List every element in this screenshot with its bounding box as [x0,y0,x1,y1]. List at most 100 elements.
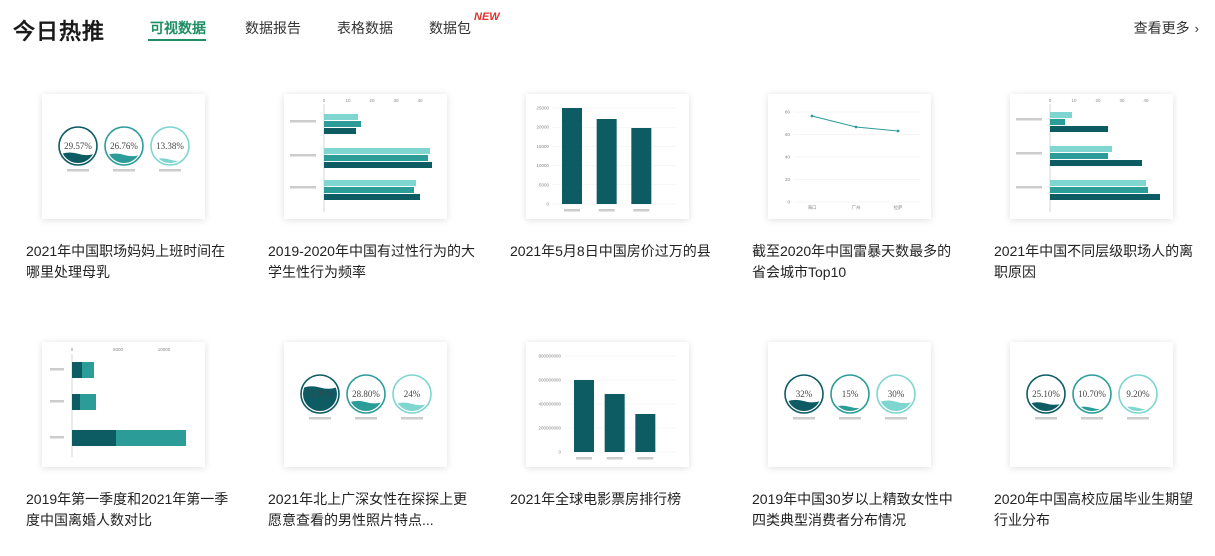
bar [324,121,361,127]
bar [574,380,594,452]
bar [1050,119,1065,125]
chart-thumbnail[interactable]: 29.57% 26.76% 13.38% [42,94,205,219]
chart-thumbnail[interactable]: 0 10 20 30 40 [284,94,447,219]
bar [1050,126,1108,132]
chart-thumbnail[interactable]: 800000000 600000000 400000000 200000000 0 [526,342,689,467]
bar [72,430,116,446]
gauge-value: 10.70% [1078,389,1106,399]
card-title[interactable]: 2019-2020年中国有过性行为的大学生性行为频率 [268,241,478,283]
card-title[interactable]: 截至2020年中国雷暴天数最多的省会城市Top10 [752,241,962,283]
bar [1050,112,1072,118]
bar [80,394,96,410]
category-label-placeholder [606,457,623,460]
gauge-value: 24% [404,389,421,399]
gauge-label-placeholder [113,169,135,172]
card-title[interactable]: 2021年中国不同层级职场人的离职原因 [994,241,1204,283]
chart-thumbnail[interactable]: 25.10% 10.70% 9.20% [1010,342,1173,467]
stacked-bar-chart: 0 5000 10000 [50,347,186,457]
gauge-value: 15% [842,389,859,399]
bar [631,128,652,204]
gauge-bubble: 28.80% [346,374,386,420]
bar-group [290,148,432,168]
bar [635,414,656,452]
tick-label: 5000 [539,182,550,187]
gauge-value: 28.80% [352,389,380,399]
tick-label: 0 [787,200,790,205]
bar-group [1016,112,1108,132]
gauge-bubble: 15% [830,374,870,420]
tick-label: 拉萨 [894,204,903,211]
tick-label: 800000000 [538,354,561,359]
card-title[interactable]: 2019年中国30岁以上精致女性中四类典型消费者分布情况 [752,489,962,531]
gauge-value: 9.20% [1126,389,1150,399]
bar-group [50,362,94,378]
tick-label: 0 [546,202,549,207]
tick-label: 10000 [536,163,549,168]
bubble-gauge-chart: 29.57% 26.76% 13.38% [58,126,190,172]
card-title[interactable]: 2021年中国职场妈妈上班时间在哪里处理母乳 [26,241,236,283]
horizontal-bar-chart: 0 10 20 30 40 [1016,98,1160,212]
tick-label: 600000000 [538,378,561,383]
card-title[interactable]: 2021年全球电影票房排行榜 [510,489,720,510]
gauge-label-placeholder [67,169,89,172]
bar [324,187,414,193]
gauge-label-placeholder [401,417,423,420]
gauge-value: 29.57% [64,141,92,151]
tick-label: 0 [1049,98,1052,103]
chart-thumbnail[interactable]: 32% 15% 30% [768,342,931,467]
bar [1050,180,1146,186]
category-label-placeholder [290,120,316,123]
bar [324,114,358,120]
chart-thumbnail[interactable]: 71.70% 28.80% 24% [284,342,447,467]
gauge-bubble: 26.76% [104,126,144,172]
tick-label: 20 [1095,98,1101,103]
bar [1050,160,1142,166]
gauge-bubble: 24% [392,374,432,420]
bar [1050,187,1148,193]
card-title[interactable]: 2021年北上广深女性在探探上更愿意查看的男性照片特点... [268,489,478,531]
bar [1050,146,1112,152]
bar-group [50,430,186,446]
bar [324,128,356,134]
gauge-label-placeholder [885,417,907,420]
bar [324,162,432,168]
card-title[interactable]: 2019年第一季度和2021年第一季度中国离婚人数对比 [26,489,236,531]
gauge-value: 26.76% [110,141,138,151]
card-title[interactable]: 2020年中国高校应届毕业生期望行业分布 [994,489,1204,531]
tab-data-report[interactable]: 数据报告 [245,18,301,38]
chart-thumbnail[interactable]: 0 5000 10000 [42,342,205,467]
bar [1050,194,1160,200]
bubble-gauge-chart: 71.70% 28.80% 24% [300,374,432,420]
gauge-bubble: 29.57% [58,126,98,172]
tab-visual-data[interactable]: 可视数据 [150,18,206,38]
view-more-link[interactable]: 查看更多 › [1134,18,1199,38]
card-title[interactable]: 2021年5月8日中国房价过万的县 [510,241,720,262]
gauge-bubble: 9.20% [1118,374,1158,420]
tick-label: 15000 [536,144,549,149]
gauge-bubble: 25.10% [1026,374,1066,420]
top-header: 今日热推 可视数据 数据报告 表格数据 数据包 NEW 查看更多 › [0,0,1215,56]
gauge-label-placeholder [159,169,181,172]
category-label-placeholder [1016,118,1042,121]
chart-thumbnail[interactable]: 80 60 40 20 0 海口 广州 拉萨 [768,94,931,219]
data-point [810,114,814,118]
gauge-bubble: 32% [784,374,824,420]
bubble-gauge-chart: 32% 15% 30% [784,374,916,420]
bar [72,394,80,410]
gauge-label-placeholder [1035,417,1057,420]
gauge-bubble: 71.70% [300,374,340,420]
bar-group [290,114,361,134]
tick-label: 30 [1119,98,1125,103]
tick-label: 20000 [536,125,549,130]
chart-thumbnail[interactable]: 0 10 20 30 40 [1010,94,1173,219]
bar [116,430,186,446]
tab-data-package[interactable]: 数据包 [429,18,471,38]
chart-thumbnail[interactable]: 25000 20000 15000 10000 5000 0 [526,94,689,219]
tick-label: 25000 [536,106,549,111]
section-title: 今日热推 [13,19,106,44]
tick-label: 0 [323,98,326,103]
tab-table-data[interactable]: 表格数据 [337,18,393,38]
bar [72,362,82,378]
gauge-bubble: 30% [876,374,916,420]
tick-label: 海口 [808,204,817,211]
